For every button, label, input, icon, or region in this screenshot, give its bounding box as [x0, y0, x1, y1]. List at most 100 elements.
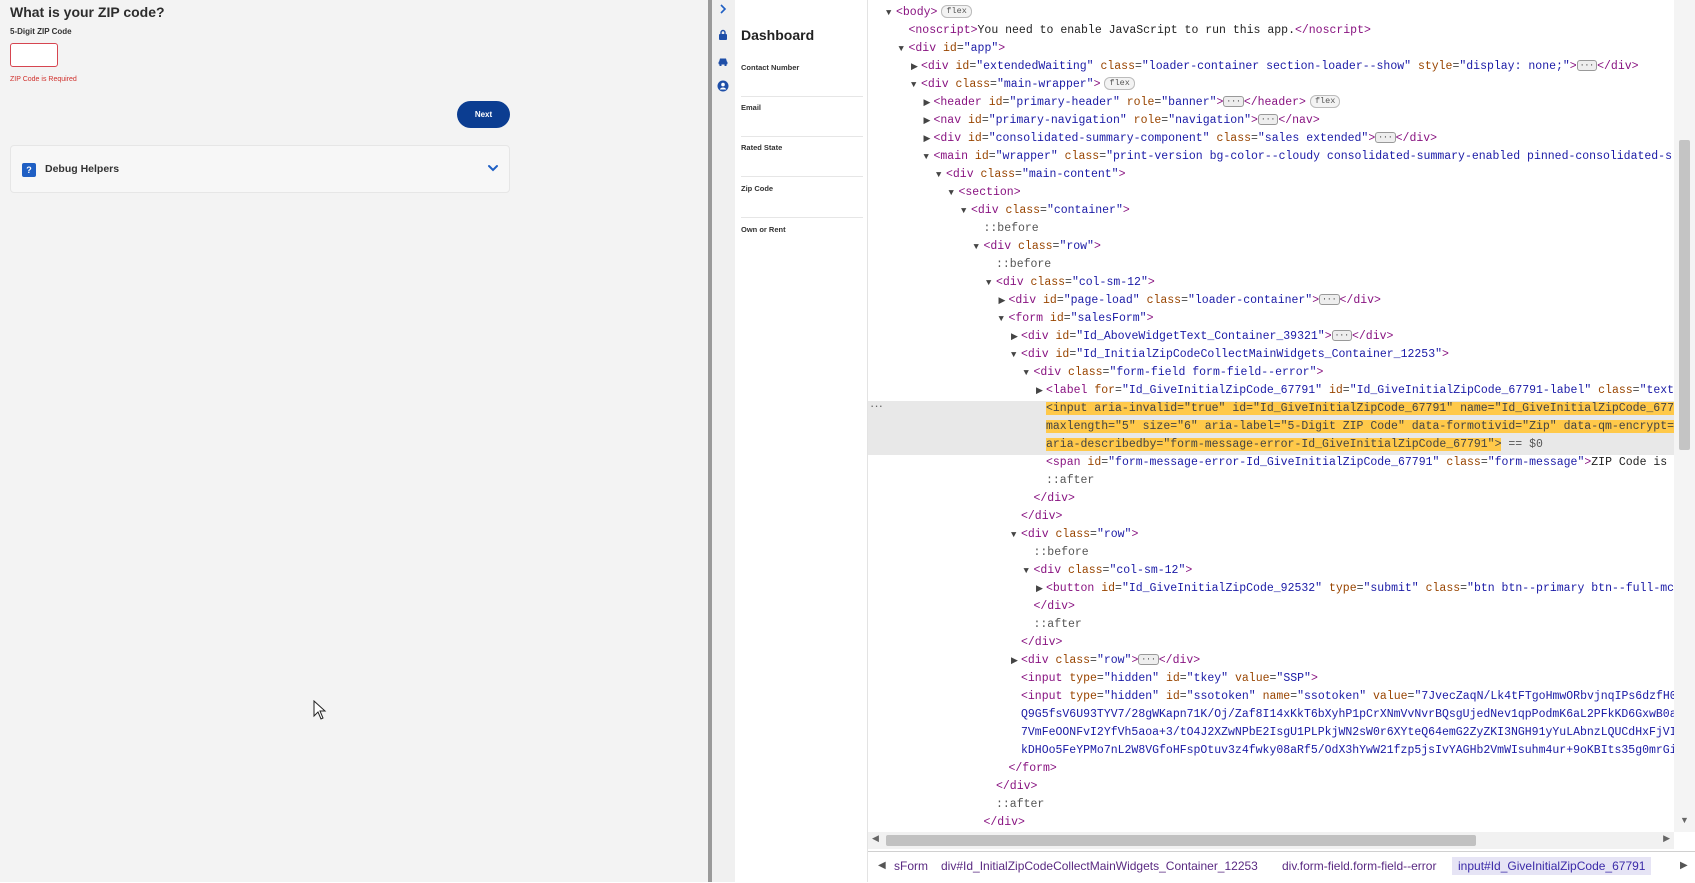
debug-helpers-accordion[interactable]: ? Debug Helpers: [10, 145, 510, 193]
dom-node-line[interactable]: ▶ <div id="page-load" class="loader-conta…: [999, 292, 1381, 310]
dashboard-item-zip-code[interactable]: Zip Code: [741, 176, 863, 218]
dom-node-line[interactable]: ▼ <div class="col-sm-12">: [1024, 562, 1193, 580]
dom-node-line[interactable]: kDHOo5FeYPMo7nL2W8VGfoHFspOtuv3z4fwky08a…: [1011, 742, 1674, 760]
vertical-scrollbar[interactable]: ▼: [1674, 0, 1695, 832]
dom-node-line[interactable]: </form>: [999, 760, 1057, 778]
dom-node-line[interactable]: ▶ <header id="primary-header" role="banne…: [924, 94, 1341, 112]
dom-node-line[interactable]: ▼ <div class="row">: [1011, 526, 1138, 544]
dom-node-line[interactable]: ▶ <div id="extendedWaiting" class="loader…: [911, 58, 1639, 76]
dom-node-line[interactable]: ▼ <main id="wrapper" class="print-version…: [924, 148, 1673, 166]
dom-node-line[interactable]: ::before: [986, 256, 1051, 274]
dom-tree[interactable]: ··· ▼ <body> flex <noscript>You need to ena…: [868, 0, 1674, 832]
horizontal-scrollbar[interactable]: ◀ ▶: [868, 832, 1674, 849]
chevron-right-icon[interactable]: [717, 3, 729, 15]
dom-node-line[interactable]: ::before: [974, 220, 1039, 238]
horizontal-scroll-thumb[interactable]: [886, 835, 1476, 846]
vertical-scroll-thumb[interactable]: [1679, 140, 1690, 450]
dom-node-line[interactable]: ▼ <div id="Id_InitialZipCodeCollectMainWi…: [1011, 346, 1449, 364]
expand-toggle-icon[interactable]: ▶: [911, 58, 921, 76]
user-icon[interactable]: [717, 80, 729, 92]
expand-toggle-icon[interactable]: ▼: [949, 184, 959, 202]
expand-toggle-icon[interactable]: ▼: [924, 148, 934, 166]
dom-node-line[interactable]: Q9G5fsV6U93TYV7/28gWKapn71K/Oj/Zaf8I14xK…: [1011, 706, 1674, 724]
dashboard-item-contact-number[interactable]: Contact Number: [741, 55, 863, 97]
expand-toggle-icon[interactable]: ▼: [1011, 526, 1021, 544]
dom-node-line[interactable]: <input type="hidden" id="ssotoken" name=…: [1011, 688, 1674, 706]
breadcrumb-item[interactable]: sForm: [894, 859, 928, 873]
expand-toggle-icon[interactable]: ▶: [1011, 328, 1021, 346]
scroll-left-arrow-icon[interactable]: ◀: [872, 833, 879, 844]
dom-node-line[interactable]: <span id="form-message-error-Id_GiveInit…: [1036, 454, 1667, 472]
dom-node-line[interactable]: 7VmFeOONFvI2YfVh5aoa+3/tO4J2XZwNPbE2IsgU…: [1011, 724, 1674, 742]
expand-toggle-icon[interactable]: ▼: [886, 4, 896, 22]
lock-icon[interactable]: [717, 29, 729, 41]
dashboard-item-own-or-rent[interactable]: Own or Rent: [741, 217, 863, 259]
expand-toggle-icon[interactable]: ▶: [1036, 382, 1046, 400]
dom-node-line[interactable]: ▶ <button id="Id_GiveInitialZipCode_92532…: [1036, 580, 1674, 598]
breadcrumb-right-arrow-icon[interactable]: ▶: [1680, 860, 1688, 871]
dashboard-item-email[interactable]: Email: [741, 95, 863, 137]
expand-toggle-icon[interactable]: ▼: [1024, 562, 1034, 580]
dom-node-line[interactable]: ▼ <body> flex: [886, 4, 972, 22]
expand-toggle-icon[interactable]: ▼: [961, 202, 971, 220]
dom-node-selected[interactable]: maxlength="5" size="6" aria-label="5-Dig…: [1036, 418, 1674, 436]
dom-node-line[interactable]: ::after: [986, 796, 1044, 814]
expand-toggle-icon[interactable]: ▼: [999, 310, 1009, 328]
help-icon: ?: [22, 163, 36, 177]
scroll-down-arrow-icon[interactable]: ▼: [1680, 815, 1689, 825]
next-button[interactable]: Next: [457, 101, 510, 128]
breadcrumb-item-selected[interactable]: input#Id_GiveInitialZipCode_67791: [1452, 857, 1652, 875]
dom-node-selected[interactable]: aria-describedby="form-message-error-Id_…: [1036, 436, 1543, 454]
chevron-down-icon[interactable]: [485, 160, 501, 176]
expand-toggle-icon[interactable]: ▶: [924, 112, 934, 130]
dom-node-line[interactable]: </div>: [974, 814, 1025, 832]
dom-node-line[interactable]: </div>: [1011, 634, 1062, 652]
dom-node-line[interactable]: ▼ <div class="container">: [961, 202, 1130, 220]
dom-node-line[interactable]: </div>: [1024, 490, 1075, 508]
dom-node-line[interactable]: </div>: [1024, 598, 1075, 616]
expand-toggle-icon[interactable]: ▼: [936, 166, 946, 184]
dashboard-item-rated-state[interactable]: Rated State: [741, 135, 863, 177]
dom-node-line[interactable]: ::after: [1036, 472, 1094, 490]
dom-node-line[interactable]: ▶ <label for="Id_GiveInitialZipCode_67791…: [1036, 382, 1674, 400]
expand-toggle-icon[interactable]: ▼: [1024, 364, 1034, 382]
expand-toggle-icon[interactable]: ▶: [924, 94, 934, 112]
dom-node-line[interactable]: ▼ <div class="main-content">: [936, 166, 1125, 184]
dom-node-line[interactable]: <noscript>You need to enable JavaScript …: [899, 22, 1371, 40]
dom-node-line[interactable]: ::before: [1024, 544, 1089, 562]
dom-node-line[interactable]: </div>: [1011, 508, 1062, 526]
expand-toggle-icon[interactable]: ▼: [899, 40, 909, 58]
dom-node-line[interactable]: ::after: [1024, 616, 1082, 634]
expand-toggle-icon[interactable]: ▼: [974, 238, 984, 256]
breadcrumb-left-arrow-icon[interactable]: ◀: [878, 860, 886, 871]
dom-node-line[interactable]: ▼ <section>: [949, 184, 1021, 202]
scroll-right-arrow-icon[interactable]: ▶: [1663, 833, 1670, 844]
dom-node-line[interactable]: ▼ <div id="app">: [899, 40, 1006, 58]
dom-node-line[interactable]: </div>: [986, 778, 1037, 796]
expand-toggle-icon[interactable]: ▶: [1011, 652, 1021, 670]
page-title: What is your ZIP code?: [10, 4, 165, 20]
expand-toggle-icon[interactable]: ▶: [1036, 580, 1046, 598]
expand-toggle-icon[interactable]: ▼: [986, 274, 996, 292]
expand-toggle-icon[interactable]: ▶: [924, 130, 934, 148]
expand-toggle-icon[interactable]: ▼: [911, 76, 921, 94]
dom-node-line[interactable]: ▶ <div id="consolidated-summary-component…: [924, 130, 1438, 148]
dom-node-line[interactable]: ▼ <div class="row">: [974, 238, 1101, 256]
dom-node-line[interactable]: <input type="hidden" id="tkey" value="SS…: [1011, 670, 1318, 688]
dom-node-line[interactable]: ▼ <div class="col-sm-12">: [986, 274, 1155, 292]
expand-toggle-icon[interactable]: ▼: [1011, 346, 1021, 364]
expand-toggle-icon[interactable]: ▶: [999, 292, 1009, 310]
dashboard-item-label: Contact Number: [741, 63, 800, 72]
dom-node-line[interactable]: ▼ <form id="salesForm">: [999, 310, 1154, 328]
car-icon[interactable]: [717, 55, 729, 67]
zip-code-input[interactable]: [10, 43, 58, 67]
dom-node-line[interactable]: ▶ <nav id="primary-navigation" role="navi…: [924, 112, 1320, 130]
dom-node-selected[interactable]: <input aria-invalid="true" id="Id_GiveIn…: [1036, 400, 1674, 418]
dom-node-line[interactable]: ▼ <div class="form-field form-field--erro…: [1024, 364, 1324, 382]
breadcrumb-item[interactable]: div.form-field.form-field--error: [1282, 859, 1436, 873]
breadcrumb-item[interactable]: div#Id_InitialZipCodeCollectMainWidgets_…: [941, 859, 1258, 873]
dom-node-line[interactable]: ▶ <div class="row"> ··· </div>: [1011, 652, 1200, 670]
dom-node-line[interactable]: ▶ <div id="Id_AboveWidgetText_Container_3…: [1011, 328, 1393, 346]
more-options-icon[interactable]: ···: [870, 398, 883, 413]
dom-node-line[interactable]: ▼ <div class="main-wrapper"> flex: [911, 76, 1135, 94]
